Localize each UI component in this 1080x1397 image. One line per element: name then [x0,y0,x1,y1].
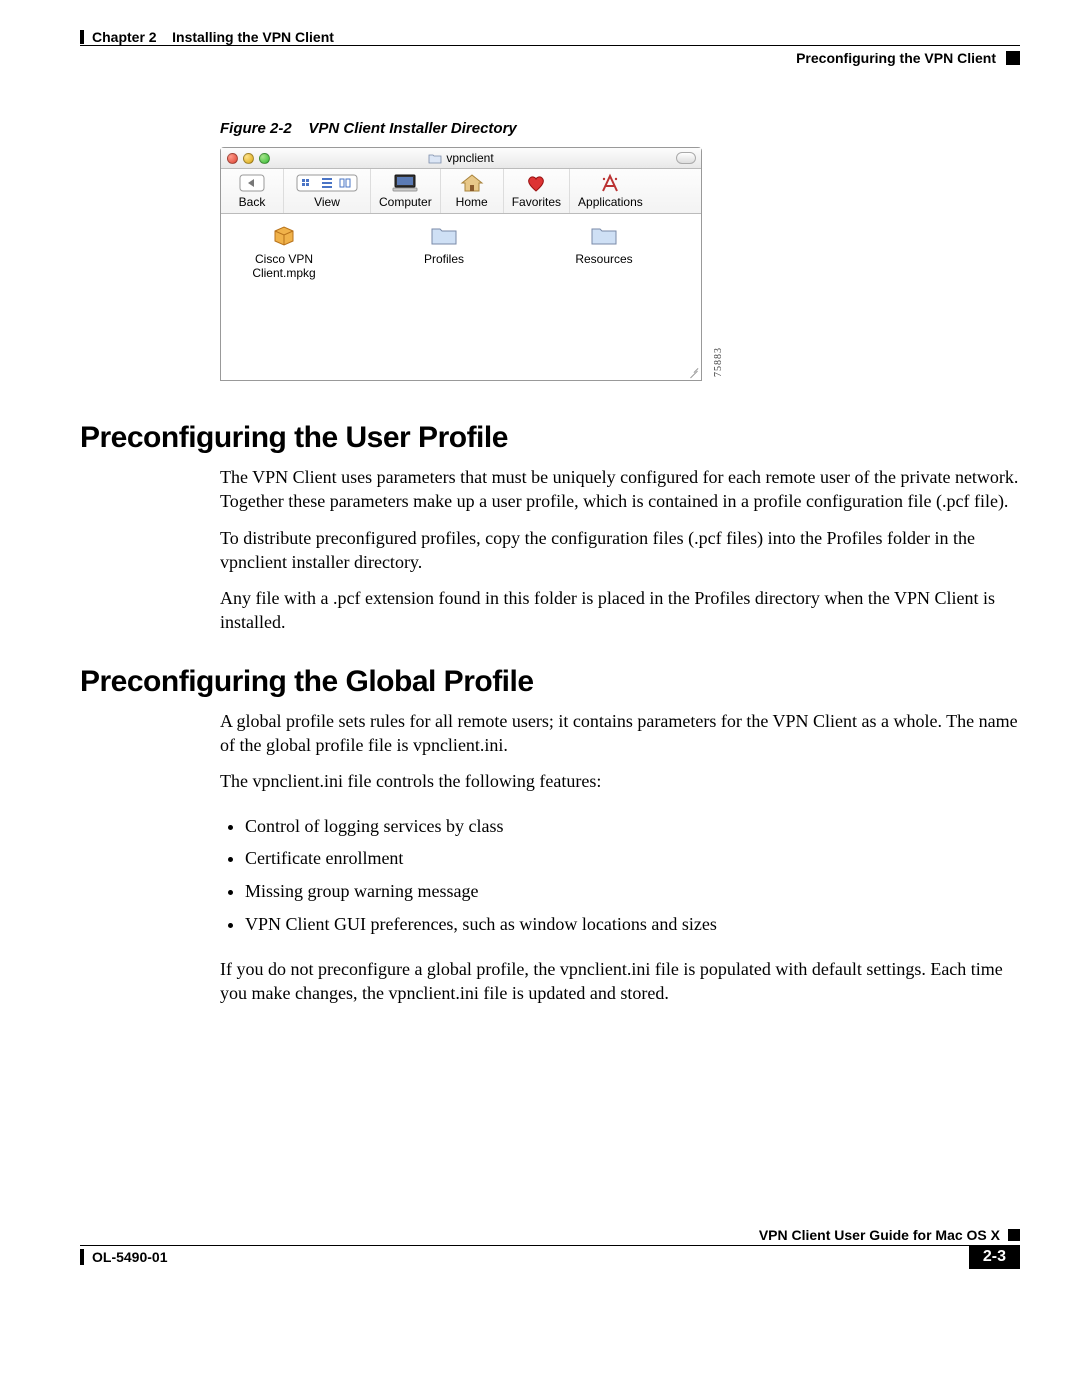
file-mpkg[interactable]: Cisco VPN Client.mpkg [239,222,329,372]
favorites-button[interactable]: Favorites [504,169,570,213]
resize-grip-icon[interactable] [685,364,699,378]
header-section-title: Preconfiguring the VPN Client [796,50,996,66]
section1-p2: To distribute preconfigured profiles, co… [220,526,1020,575]
figure-2-2: Figure 2-2 VPN Client Installer Director… [220,120,1020,381]
home-button[interactable]: Home [441,169,504,213]
package-icon [271,222,297,248]
close-icon[interactable] [227,153,238,164]
toolbar: Back View [221,169,701,214]
folder-icon [590,222,618,248]
toolbar-toggle-icon[interactable] [676,152,696,164]
footer-doc-id: OL-5490-01 [80,1249,167,1265]
footer-marker-box [1008,1229,1020,1241]
page-number: 2-3 [969,1245,1020,1269]
chapter-title: Installing the VPN Client [172,29,334,45]
favorites-label: Favorites [512,195,561,209]
feature-item: Certificate enrollment [245,844,1020,873]
running-footer: VPN Client User Guide for Mac OS X OL-54… [80,1225,1020,1275]
footer-doc-title: VPN Client User Guide for Mac OS X [759,1227,1000,1243]
applications-button[interactable]: Applications [570,169,651,213]
chapter-label: Chapter 2 [92,29,157,45]
feature-list: Control of logging services by class Cer… [220,812,1020,939]
file-resources-label: Resources [575,252,632,266]
file-area: Cisco VPN Client.mpkg Profiles Resources [221,214,701,380]
file-mpkg-label: Cisco VPN Client.mpkg [239,252,329,280]
window-title: vpnclient [446,151,493,165]
section2-p2: The vpnclient.ini file controls the foll… [220,769,1020,793]
finder-window: vpnclient Back [220,147,702,381]
section2-p1: A global profile sets rules for all remo… [220,709,1020,758]
running-header: Chapter 2 Installing the VPN Client Prec… [80,30,1020,90]
section1-p1: The VPN Client uses parameters that must… [220,465,1020,514]
header-section: Preconfiguring the VPN Client [796,50,1020,66]
file-profiles-label: Profiles [424,252,464,266]
folder-icon [430,222,458,248]
figure-caption-title: VPN Client Installer Directory [308,120,516,137]
titlebar: vpnclient [221,148,701,169]
applications-label: Applications [578,195,643,209]
minimize-icon[interactable] [243,153,254,164]
feature-item: Control of logging services by class [245,812,1020,841]
header-marker-box [1006,51,1020,65]
file-resources[interactable]: Resources [559,222,649,372]
figure-id-number: 75883 [713,347,724,377]
file-profiles[interactable]: Profiles [399,222,489,372]
folder-icon [428,152,442,164]
feature-item: Missing group warning message [245,877,1020,906]
feature-item: VPN Client GUI preferences, such as wind… [245,910,1020,939]
view-label: View [314,195,340,209]
section-heading-global-profile: Preconfiguring the Global Profile [80,665,1020,699]
section-heading-user-profile: Preconfiguring the User Profile [80,421,1020,455]
header-chapter: Chapter 2 Installing the VPN Client [80,30,334,44]
computer-label: Computer [379,195,432,209]
view-button[interactable]: View [284,169,371,213]
zoom-icon[interactable] [259,153,270,164]
back-button[interactable]: Back [221,169,284,213]
back-label: Back [239,195,266,209]
figure-caption-prefix: Figure 2-2 [220,120,292,137]
home-label: Home [456,195,488,209]
section2-p3: If you do not preconfigure a global prof… [220,957,1020,1006]
section1-p3: Any file with a .pcf extension found in … [220,586,1020,635]
computer-button[interactable]: Computer [371,169,441,213]
